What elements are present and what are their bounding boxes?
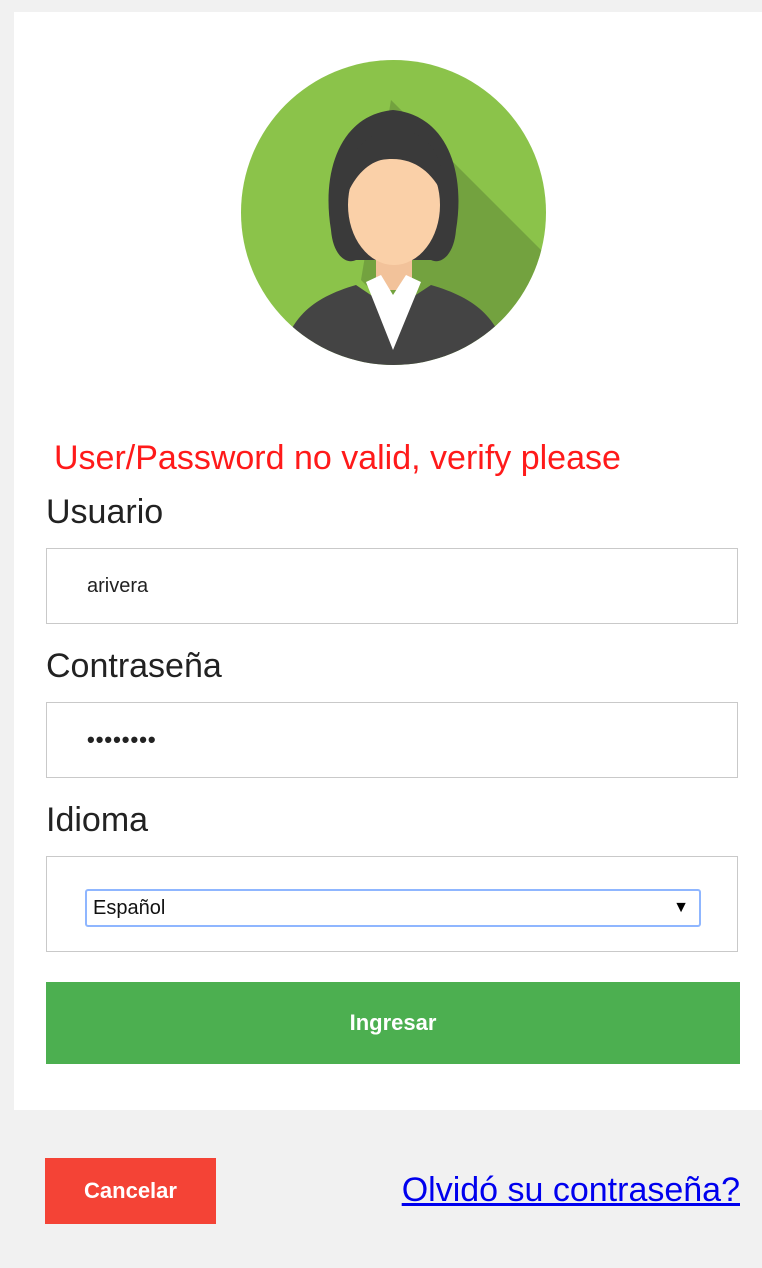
triangle-down-icon: ▼ — [673, 899, 689, 916]
user-avatar-icon — [241, 60, 546, 365]
username-label: Usuario — [46, 493, 164, 531]
cancel-button[interactable]: Cancelar — [45, 1158, 216, 1224]
error-message: User/Password no valid, verify please — [54, 439, 621, 477]
login-card: User/Password no valid, verify please Us… — [14, 12, 762, 1110]
language-label: Idioma — [46, 801, 149, 839]
password-field[interactable]: •••••••• — [46, 702, 738, 778]
submit-button[interactable]: Ingresar — [46, 982, 740, 1064]
password-label: Contraseña — [46, 647, 222, 685]
language-field-container: Español ▼ — [46, 856, 738, 952]
language-select[interactable]: Español ▼ — [85, 889, 701, 927]
language-selected-value: Español — [93, 897, 166, 919]
forgot-password-link[interactable]: Olvidó su contraseña? — [402, 1168, 740, 1212]
password-mask: •••••••• — [87, 727, 157, 752]
username-field[interactable]: arivera — [46, 548, 738, 624]
username-value: arivera — [87, 575, 149, 597]
